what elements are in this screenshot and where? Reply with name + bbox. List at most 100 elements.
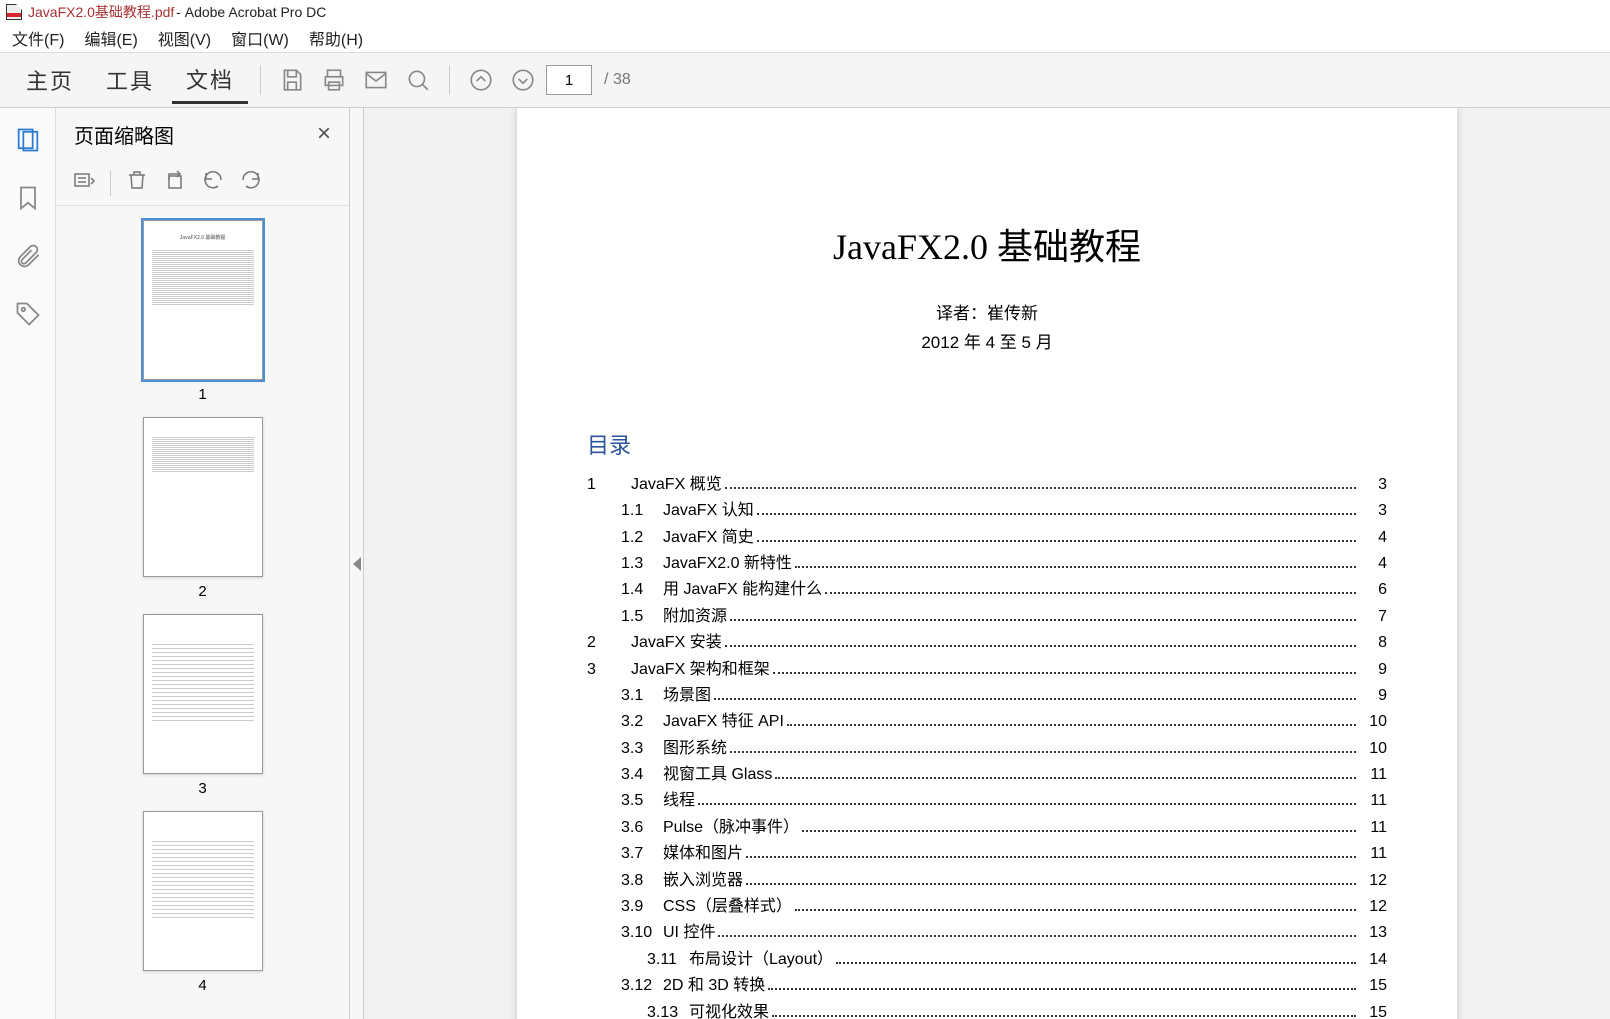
delete-icon[interactable]	[125, 168, 149, 197]
print-icon[interactable]	[315, 61, 353, 99]
toc-entry[interactable]: 1.5附加资源7	[587, 604, 1387, 630]
toc-entry[interactable]: 3.122D 和 3D 转换15	[587, 973, 1387, 999]
toc-page: 15	[1359, 973, 1387, 999]
toc-entry[interactable]: 3.1场景图9	[587, 683, 1387, 709]
panel-tools	[56, 160, 349, 206]
close-icon[interactable]: ×	[317, 120, 331, 148]
toc-leader	[714, 698, 1356, 700]
attachment-icon[interactable]	[14, 242, 42, 270]
toc-leader	[698, 803, 1356, 805]
toc-page: 10	[1359, 709, 1387, 735]
toc-title: CSS（层叠样式）	[663, 894, 792, 920]
toc-entry[interactable]: 3.10UI 控件13	[587, 920, 1387, 946]
toc-page: 3	[1359, 472, 1387, 498]
menu-edit[interactable]: 编辑(E)	[84, 26, 137, 50]
toc-number: 1.5	[587, 604, 663, 630]
toc-page: 14	[1359, 947, 1387, 973]
collapse-handle[interactable]	[350, 108, 364, 1019]
toc-leader	[787, 724, 1356, 726]
thumbnail-label: 4	[143, 977, 263, 994]
panel-title: 页面缩略图	[74, 120, 174, 149]
document-viewer[interactable]: JavaFX2.0 基础教程 译者：崔传新 2012 年 4 至 5 月 目录 …	[364, 108, 1610, 1019]
bookmark-icon[interactable]	[14, 184, 42, 212]
redo-icon[interactable]	[239, 168, 263, 197]
menu-file[interactable]: 文件(F)	[12, 26, 64, 50]
toc-entry[interactable]: 3.7媒体和图片11	[587, 841, 1387, 867]
toc-number: 3.4	[587, 762, 663, 788]
thumbnail[interactable]: JavaFX2.0 基础教程1	[143, 220, 263, 403]
menu-view[interactable]: 视图(V)	[158, 26, 211, 50]
thumbnail[interactable]: 3	[143, 614, 263, 797]
toc-entry[interactable]: 3JavaFX 架构和框架9	[587, 657, 1387, 683]
toc-leader	[746, 883, 1356, 885]
toc-entry[interactable]: 3.8嵌入浏览器12	[587, 868, 1387, 894]
menu-help[interactable]: 帮助(H)	[309, 26, 363, 50]
page-number-input[interactable]	[546, 65, 592, 95]
toc-entry[interactable]: 1.3JavaFX2.0 新特性4	[587, 551, 1387, 577]
pdf-icon	[6, 4, 22, 20]
toc-number: 1.1	[587, 498, 663, 524]
toc-page: 7	[1359, 604, 1387, 630]
toc-page: 3	[1359, 498, 1387, 524]
toc-entry[interactable]: 3.3图形系统10	[587, 736, 1387, 762]
toc-entry[interactable]: 1.2JavaFX 简史4	[587, 525, 1387, 551]
toc-title: 2D 和 3D 转换	[663, 973, 765, 999]
page-down-icon[interactable]	[504, 61, 542, 99]
chevron-left-icon	[353, 557, 361, 571]
toc-page: 9	[1359, 683, 1387, 709]
toc-entry[interactable]: 3.9CSS（层叠样式） 12	[587, 894, 1387, 920]
thumbnail[interactable]: 2	[143, 417, 263, 600]
toc-leader	[768, 988, 1356, 990]
page-up-icon[interactable]	[462, 61, 500, 99]
toc-entry[interactable]: 2JavaFX 安装8	[587, 630, 1387, 656]
save-icon[interactable]	[273, 61, 311, 99]
toc-entry[interactable]: 1.4用 JavaFX 能构建什么6	[587, 577, 1387, 603]
tab-home[interactable]: 主页	[12, 58, 88, 102]
toc-entry[interactable]: 3.5线程11	[587, 788, 1387, 814]
toc-title: 用 JavaFX 能构建什么	[663, 577, 822, 603]
search-icon[interactable]	[399, 61, 437, 99]
title-filename: JavaFX2.0基础教程.pdf	[28, 2, 174, 22]
menu-window[interactable]: 窗口(W)	[231, 26, 289, 50]
toc-entry[interactable]: 1.1JavaFX 认知3	[587, 498, 1387, 524]
toc-title: 场景图	[663, 683, 711, 709]
toc-leader	[757, 513, 1356, 515]
toc-title: JavaFX 安装	[631, 630, 722, 656]
toc-entry[interactable]: 3.11布局设计（Layout）14	[587, 947, 1387, 973]
tag-icon[interactable]	[14, 300, 42, 328]
toc-entry[interactable]: 3.4视窗工具 Glass11	[587, 762, 1387, 788]
toc-title: 线程	[663, 788, 695, 814]
toc-page: 10	[1359, 736, 1387, 762]
menu-bar: 文件(F) 编辑(E) 视图(V) 窗口(W) 帮助(H)	[0, 24, 1610, 52]
toc-number: 3.7	[587, 841, 663, 867]
mail-icon[interactable]	[357, 61, 395, 99]
toc-page: 12	[1359, 894, 1387, 920]
toc-leader	[746, 856, 1356, 858]
toc-number: 3.10	[587, 920, 663, 946]
thumbnail-list[interactable]: JavaFX2.0 基础教程1 23 4	[56, 206, 349, 1019]
toc-leader	[836, 962, 1356, 964]
tab-tools[interactable]: 工具	[92, 58, 168, 102]
options-icon[interactable]	[72, 168, 96, 197]
rotate-icon[interactable]	[163, 168, 187, 197]
toc-entry[interactable]: 3.2JavaFX 特征 API10	[587, 709, 1387, 735]
undo-icon[interactable]	[201, 168, 225, 197]
toc-entry[interactable]: 3.13可视化效果15	[587, 1000, 1387, 1019]
toc-number: 3.9	[587, 894, 663, 920]
toc-entry[interactable]: 3.6Pulse（脉冲事件）11	[587, 815, 1387, 841]
thumbnail[interactable]: 4	[143, 811, 263, 994]
toc-title: JavaFX 简史	[663, 525, 754, 551]
thumbnails-icon[interactable]	[14, 126, 42, 154]
panel-header: 页面缩略图 ×	[56, 108, 349, 160]
title-app: - Adobe Acrobat Pro DC	[172, 4, 326, 20]
toc-leader	[773, 672, 1356, 674]
separator	[449, 65, 450, 95]
toc-page: 11	[1359, 841, 1387, 867]
toc-entry[interactable]: 1JavaFX 概览3	[587, 472, 1387, 498]
tab-document[interactable]: 文档	[172, 57, 248, 104]
toc-leader	[825, 592, 1356, 594]
toc-number: 2	[587, 630, 631, 656]
thumbnail-page	[143, 417, 263, 577]
toc-page: 13	[1359, 920, 1387, 946]
toc-leader	[725, 645, 1356, 647]
